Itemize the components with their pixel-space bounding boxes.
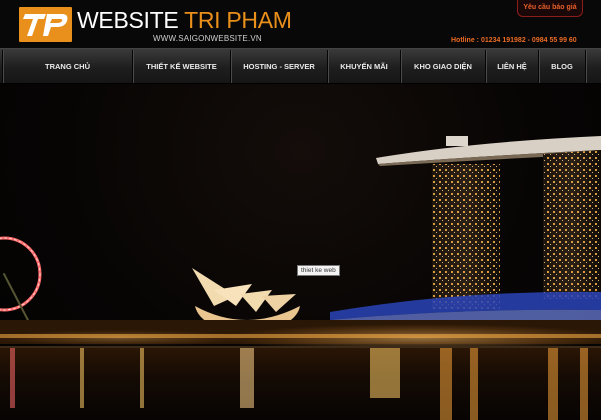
tp-logo-icon (23, 14, 68, 36)
brand-name-part1: WEBSITE (77, 7, 179, 33)
hotline-text: Hotline : 01234 191982 - 0984 55 99 60 (451, 37, 577, 44)
brand-name-part2: TRI PHAM (184, 7, 292, 33)
hero-tooltip: thiet ke web (297, 265, 340, 276)
night-skyline-image (0, 136, 601, 420)
nav-item-blog[interactable]: BLOG (539, 49, 585, 84)
nav-item-themes[interactable]: KHO GIAO DIỆN (401, 49, 485, 84)
ferris-wheel (0, 236, 42, 325)
hero-slider[interactable]: thiet ke web (0, 84, 601, 420)
nav-item-home[interactable]: TRANG CHỦ (3, 49, 132, 84)
site-header: WEBSITE TRI PHAM WWW.SAIGONWEBSITE.VN Yê… (0, 0, 601, 48)
main-nav: TRANG CHỦ THIẾT KẾ WEBSITE HOSTING - SER… (0, 48, 601, 84)
brand-name[interactable]: WEBSITE TRI PHAM (77, 8, 292, 32)
nav-item-contact[interactable]: LIÊN HỆ (486, 49, 538, 84)
site-logo[interactable] (19, 7, 72, 42)
brand-domain: WWW.SAIGONWEBSITE.VN (153, 34, 262, 43)
nav-item-promotions[interactable]: KHUYẾN MÃI (328, 49, 400, 84)
nav-separator (585, 50, 586, 83)
nav-item-hosting[interactable]: HOSTING - SERVER (231, 49, 327, 84)
nav-item-web-design[interactable]: THIẾT KẾ WEBSITE (133, 49, 230, 84)
quote-request-button[interactable]: Yêu cầu báo giá (517, 0, 583, 17)
